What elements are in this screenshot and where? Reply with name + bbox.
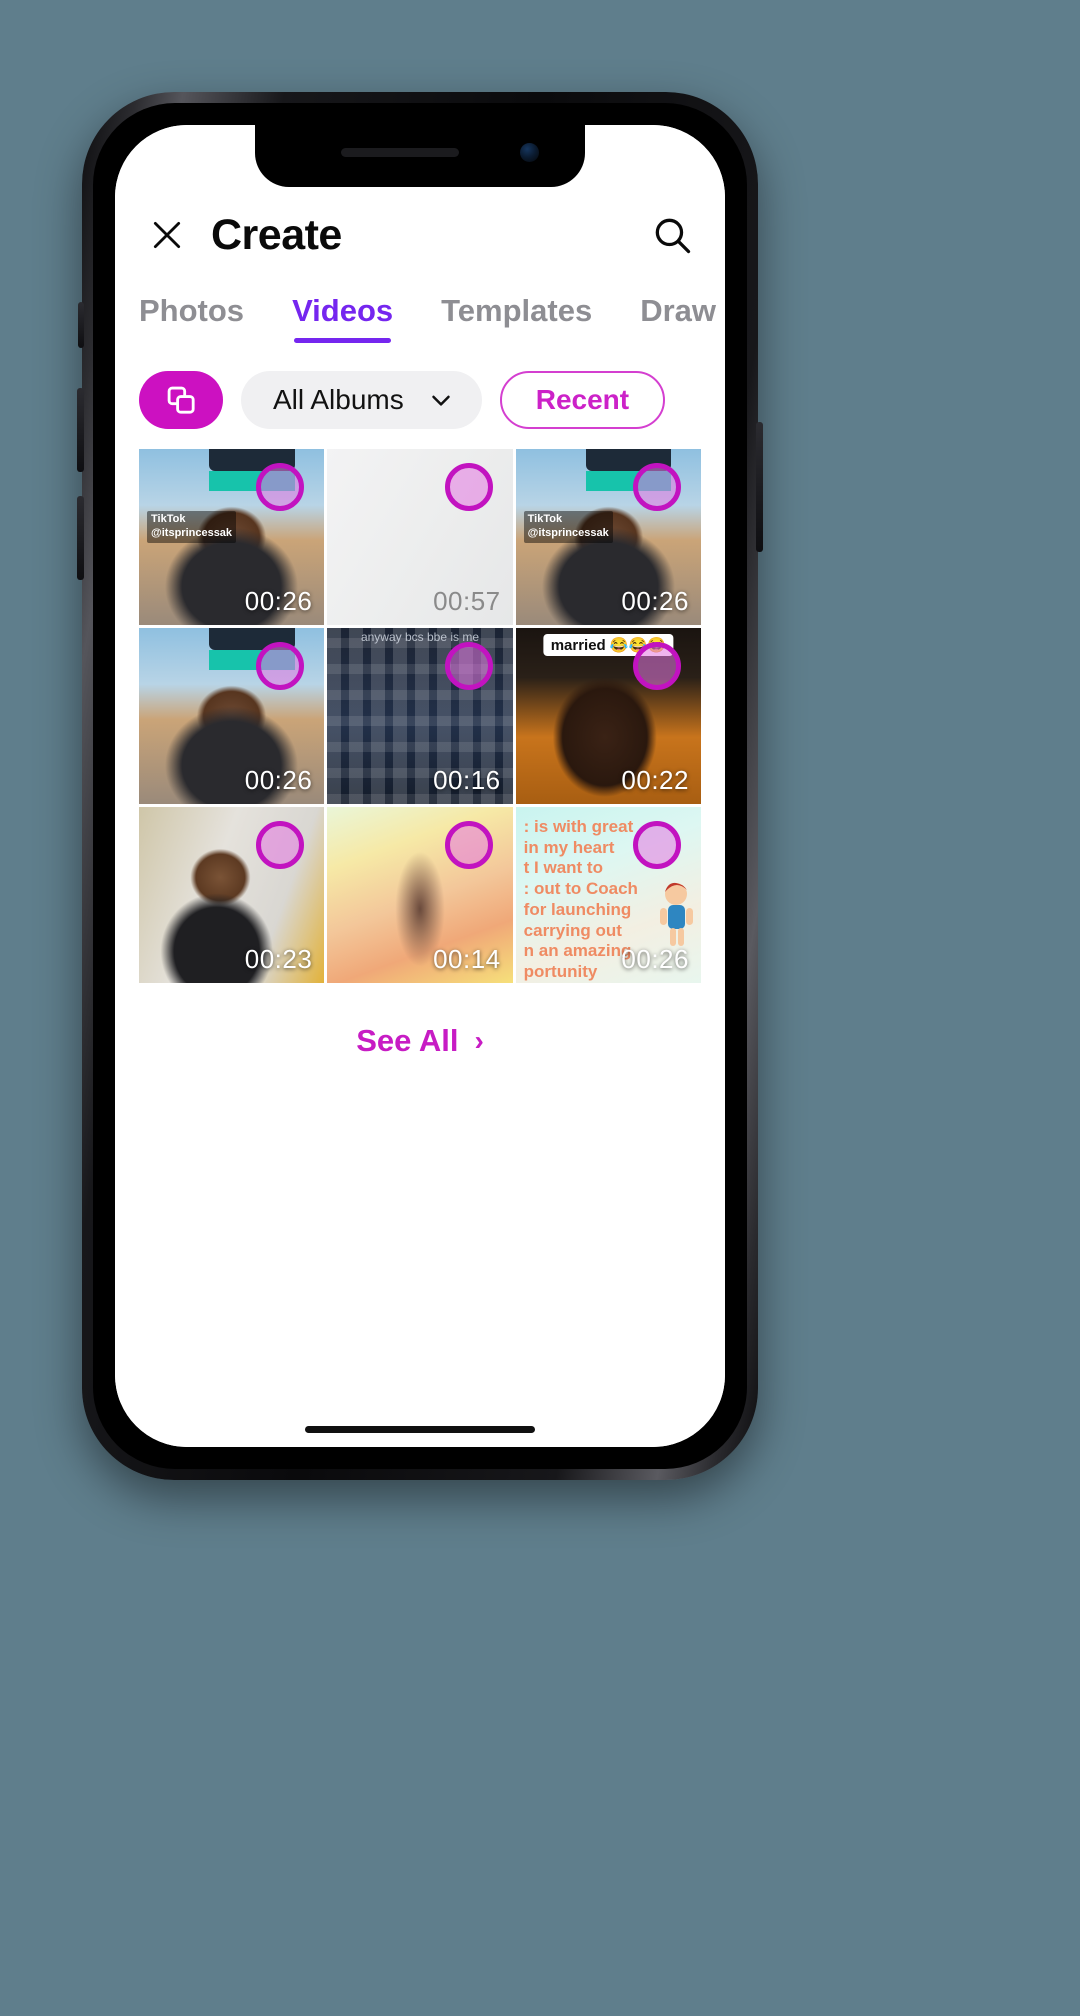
tab-draw-and-color[interactable]: Draw & Color (640, 293, 725, 345)
chevron-right-icon: › (474, 1025, 484, 1056)
media-tile[interactable]: anyway bcs bbe is me 00:16 (327, 628, 513, 804)
duration-label: 00:26 (244, 765, 313, 795)
media-tile[interactable]: : is with great in my heart t I want to: o… (515, 807, 701, 983)
home-indicator[interactable] (305, 1426, 535, 1433)
recent-filter-label: Recent (535, 384, 630, 415)
app-header: Create (115, 187, 725, 283)
selection-circle[interactable] (444, 463, 493, 511)
see-all-label: See All (356, 1023, 459, 1058)
power-button[interactable] (756, 422, 763, 552)
tab-videos[interactable]: Videos (292, 293, 393, 345)
duration-label: 00:26 (621, 944, 689, 974)
see-all-button[interactable]: See All › (115, 983, 725, 1059)
phone-frame: Create Photos Videos Templates Draw & Co… (77, 92, 763, 1480)
search-button[interactable] (645, 208, 699, 262)
selection-circle[interactable] (444, 642, 493, 690)
media-tile[interactable]: 00:57 (327, 449, 513, 625)
media-tile[interactable]: 00:23 (139, 807, 325, 983)
selection-circle[interactable] (632, 821, 681, 869)
multi-select-icon (167, 386, 195, 414)
media-tile[interactable]: 00:14 (327, 807, 513, 983)
recent-filter-chip[interactable]: Recent (499, 371, 666, 429)
cartoon-kid-icon (659, 882, 693, 946)
tiktok-watermark: TikTok @itsprincessak (147, 511, 237, 543)
volume-up-button[interactable] (77, 388, 84, 472)
phone-screen: Create Photos Videos Templates Draw & Co… (115, 125, 725, 1447)
media-tile[interactable]: married 😂😂😂 00:22 (515, 628, 701, 804)
duration-label: 00:16 (433, 765, 501, 795)
duration-label: 00:14 (433, 944, 501, 974)
tab-photos[interactable]: Photos (139, 293, 244, 345)
phone-bezel: Create Photos Videos Templates Draw & Co… (93, 103, 747, 1469)
close-button[interactable] (141, 209, 193, 261)
page-title: Create (211, 210, 342, 259)
duration-label: 00:23 (244, 944, 313, 974)
album-select[interactable]: All Albums (241, 371, 482, 429)
chevron-down-icon (431, 395, 450, 406)
notch (255, 125, 585, 187)
overlay-caption: anyway bcs bbe is me (360, 630, 480, 644)
search-icon (655, 218, 691, 254)
media-tile[interactable]: TikTok @itsprincessak 00:26 (515, 449, 701, 625)
media-tile[interactable]: 00:26 (139, 628, 325, 804)
media-tile[interactable]: TikTok @itsprincessak 00:26 (139, 449, 325, 625)
silence-switch[interactable] (78, 302, 84, 348)
selection-circle[interactable] (632, 463, 681, 511)
duration-label: 00:26 (621, 586, 689, 616)
filter-bar: All Albums Recent (115, 345, 725, 449)
front-camera-icon (520, 143, 539, 162)
selection-circle[interactable] (444, 821, 493, 869)
close-icon (153, 221, 181, 249)
multi-select-button[interactable] (139, 371, 223, 429)
earpiece-speaker (341, 148, 459, 157)
selection-circle[interactable] (256, 463, 305, 511)
duration-label: 00:57 (433, 586, 501, 616)
selection-circle[interactable] (256, 642, 305, 690)
duration-label: 00:26 (244, 586, 313, 616)
selection-circle[interactable] (256, 821, 305, 869)
duration-label: 00:22 (621, 765, 689, 795)
tiktok-watermark: TikTok @itsprincessak (523, 511, 613, 543)
create-screen: Create Photos Videos Templates Draw & Co… (115, 125, 725, 1447)
tab-bar[interactable]: Photos Videos Templates Draw & Color (115, 283, 725, 345)
album-select-label: All Albums (273, 384, 404, 415)
media-grid: TikTok @itsprincessak 00:26 00:57 TikTok… (115, 449, 725, 983)
tab-templates[interactable]: Templates (441, 293, 592, 345)
volume-down-button[interactable] (77, 496, 84, 580)
selection-circle[interactable] (632, 642, 681, 690)
